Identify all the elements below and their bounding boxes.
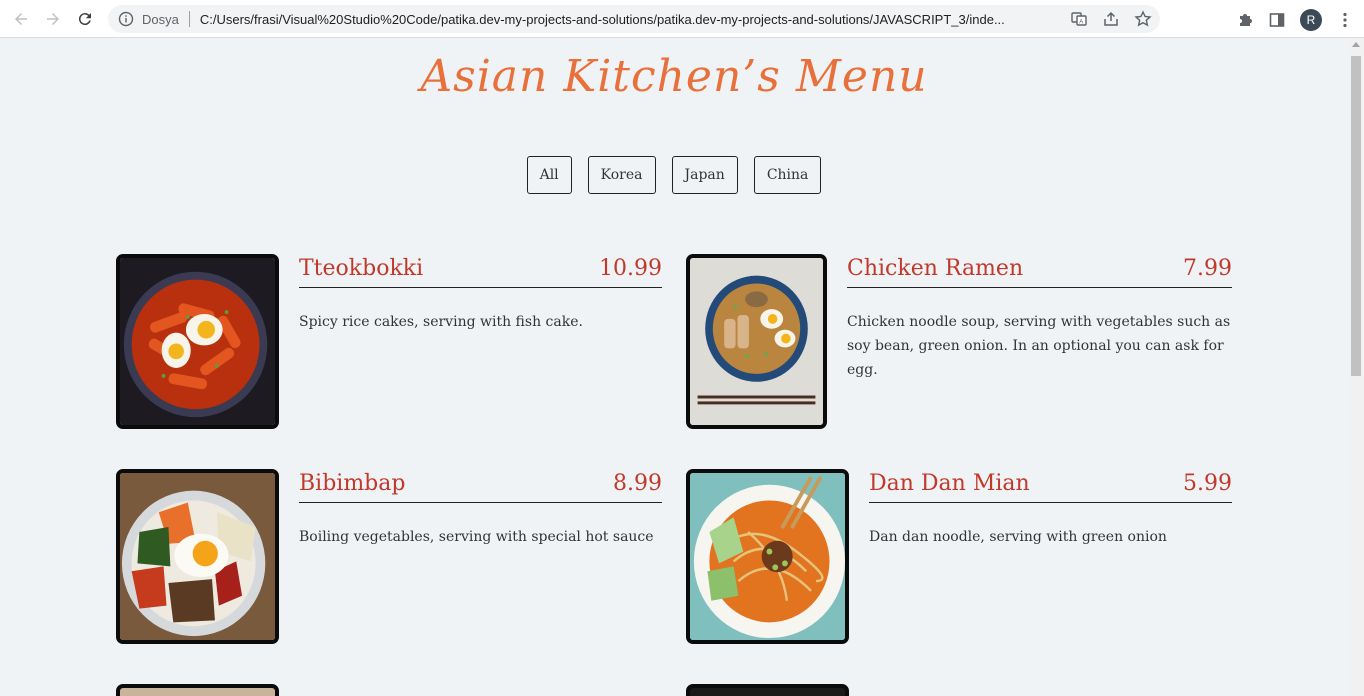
profile-avatar[interactable]: R — [1300, 9, 1322, 31]
item-header: Chicken Ramen 7.99 — [847, 256, 1232, 288]
dan-dan-mian-photo — [686, 469, 849, 644]
item-description: Boiling vegetables, serving with special… — [299, 529, 654, 545]
side-panel-icon[interactable] — [1268, 11, 1286, 29]
filter-japan-button[interactable]: Japan — [671, 156, 738, 194]
item-name: Chicken Ramen — [847, 256, 1024, 281]
bookmark-star-icon[interactable] — [1134, 10, 1152, 28]
scroll-thumb[interactable] — [1351, 56, 1361, 376]
browser-toolbar: Dosya C:/Users/frasi/Visual%20Studio%20C… — [0, 0, 1364, 38]
item-name: Tteokbokki — [299, 256, 424, 281]
svg-text:A: A — [1079, 19, 1083, 25]
bibimbap-photo — [116, 469, 279, 644]
item-description: Dan dan noodle, serving with green onion — [869, 529, 1167, 545]
menu-dots-icon[interactable] — [1336, 11, 1354, 29]
reload-icon[interactable] — [72, 6, 98, 32]
page-content: Asian Kitchen’s Menu All Korea Japan Chi… — [0, 39, 1348, 696]
extensions-icon[interactable] — [1236, 11, 1254, 29]
item-price: 5.99 — [1183, 471, 1232, 496]
tteokbokki-photo — [116, 254, 279, 429]
translate-icon[interactable]: A — [1070, 10, 1088, 28]
item-description: Spicy rice cakes, serving with fish cake… — [299, 314, 583, 330]
back-arrow-icon[interactable] — [8, 6, 34, 32]
next-item-photo — [116, 684, 279, 696]
item-name: Dan Dan Mian — [869, 471, 1030, 496]
item-price: 8.99 — [613, 471, 662, 496]
divider — [188, 11, 190, 27]
site-label: Dosya — [142, 11, 179, 27]
item-price: 10.99 — [599, 256, 662, 281]
filter-all-button[interactable]: All — [526, 156, 572, 194]
item-header: Dan Dan Mian 5.99 — [869, 471, 1232, 503]
item-price: 7.99 — [1183, 256, 1232, 281]
item-description: Chicken noodle soup, serving with vegeta… — [847, 314, 1231, 378]
item-header: Bibimbap 8.99 — [299, 471, 662, 503]
share-icon[interactable] — [1102, 10, 1120, 28]
item-name: Bibimbap — [299, 471, 406, 496]
page-title: Asian Kitchen’s Menu — [420, 51, 928, 102]
forward-arrow-icon[interactable] — [40, 6, 66, 32]
filter-china-button[interactable]: China — [753, 156, 822, 194]
scrollbar[interactable] — [1348, 38, 1364, 696]
filter-korea-button[interactable]: Korea — [587, 156, 656, 194]
next-item-photo — [686, 684, 849, 696]
filter-bar: All Korea Japan China — [0, 156, 1348, 194]
info-icon[interactable] — [118, 11, 134, 27]
url-text[interactable]: C:/Users/frasi/Visual%20Studio%20Code/pa… — [200, 12, 1060, 27]
address-bar[interactable]: Dosya C:/Users/frasi/Visual%20Studio%20C… — [108, 5, 1160, 33]
scroll-up-arrow-icon[interactable] — [1352, 42, 1360, 47]
chicken-ramen-photo — [686, 254, 827, 429]
item-header: Tteokbokki 10.99 — [299, 256, 662, 288]
